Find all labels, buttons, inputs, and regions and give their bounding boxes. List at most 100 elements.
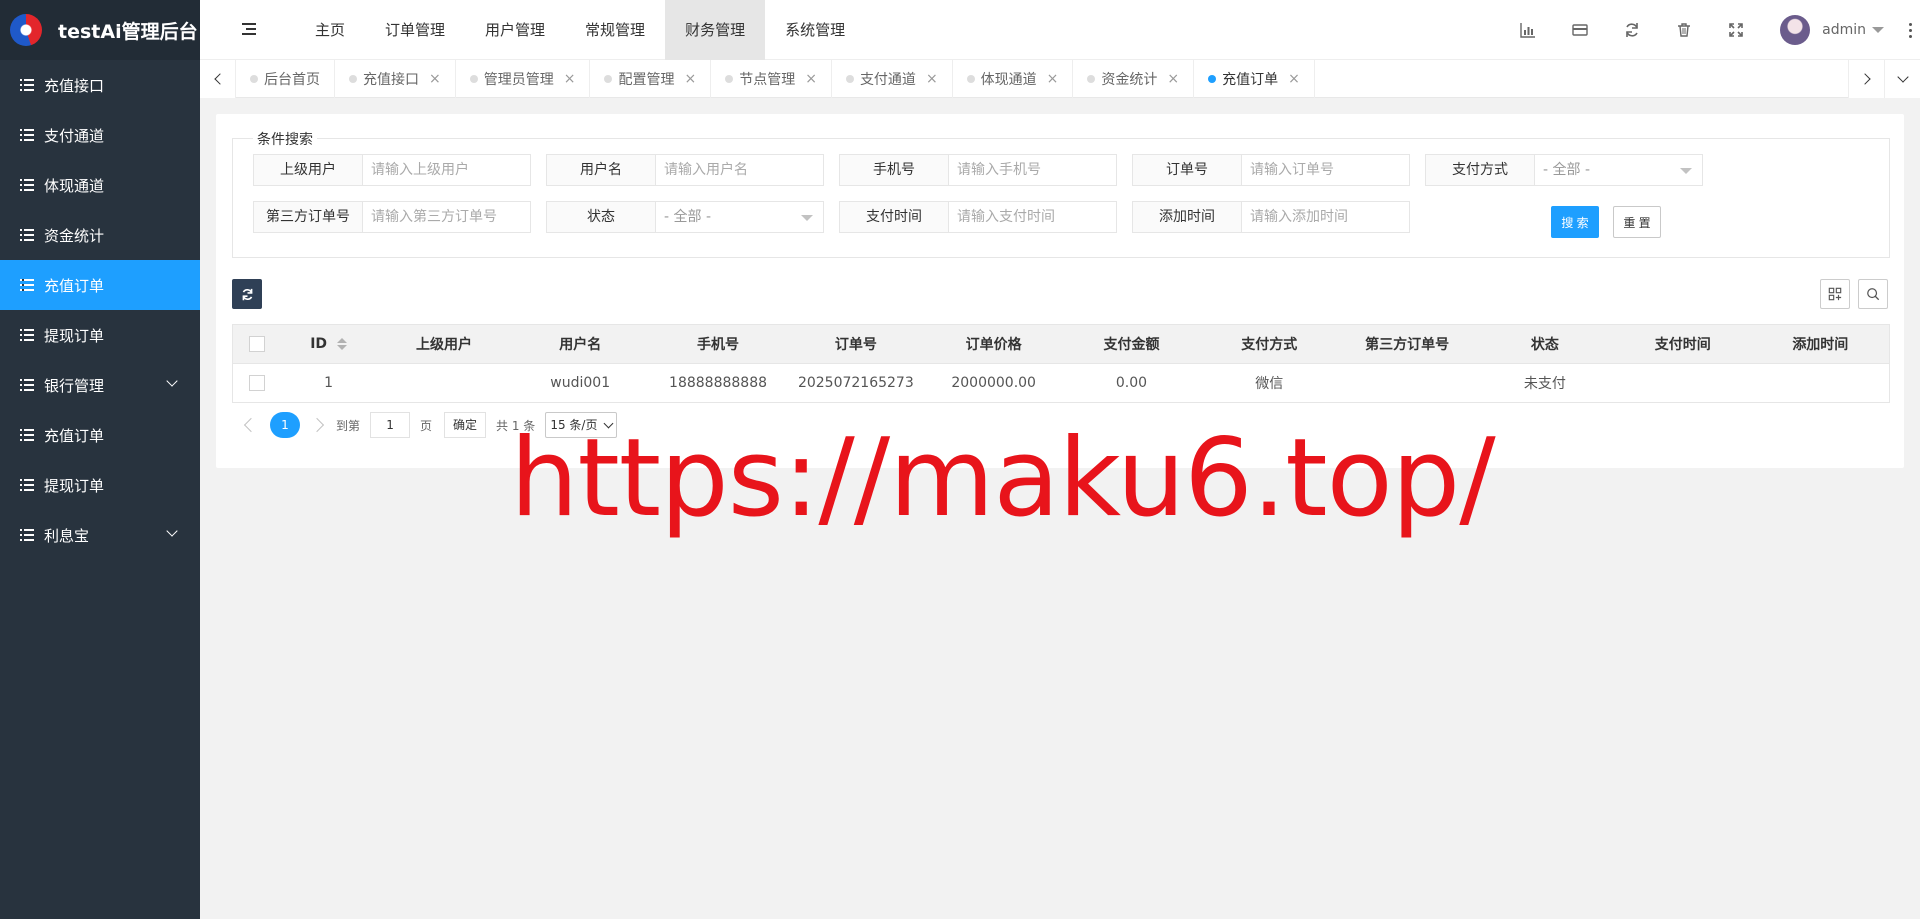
- page-tab[interactable]: 节点管理 ×: [711, 60, 832, 98]
- add-time-input[interactable]: [1250, 202, 1409, 232]
- page-tab[interactable]: 充值接口 ×: [335, 60, 456, 98]
- menu-toggle-icon[interactable]: [242, 23, 256, 35]
- sidebar-item[interactable]: 利息宝: [0, 510, 200, 560]
- top-nav-item[interactable]: 订单管理: [365, 0, 465, 60]
- parent-user-input[interactable]: [371, 155, 530, 185]
- refresh-icon[interactable]: [1606, 0, 1658, 60]
- close-icon[interactable]: ×: [429, 71, 441, 87]
- page-tab[interactable]: 充值订单 ×: [1194, 60, 1315, 98]
- add-time-field: 添加时间: [1132, 201, 1410, 233]
- fullscreen-icon[interactable]: [1710, 0, 1762, 60]
- sidebar-item[interactable]: 银行管理: [0, 360, 200, 410]
- pay-method-select[interactable]: - 全部 -: [1535, 154, 1703, 186]
- sidebar-item[interactable]: 充值订单: [0, 410, 200, 460]
- top-nav-item[interactable]: 用户管理: [465, 0, 565, 60]
- sidebar-item[interactable]: 提现订单: [0, 310, 200, 360]
- card-icon[interactable]: [1554, 0, 1606, 60]
- close-icon[interactable]: ×: [1167, 71, 1179, 87]
- sidebar-item[interactable]: 体现通道: [0, 160, 200, 210]
- avatar: [1780, 15, 1811, 45]
- page-tab[interactable]: 管理员管理 ×: [456, 60, 591, 98]
- close-icon[interactable]: ×: [684, 71, 696, 87]
- select-caret-icon: [801, 215, 813, 221]
- close-icon[interactable]: ×: [805, 71, 817, 87]
- third-order-input[interactable]: [371, 202, 530, 232]
- page-tab[interactable]: 体现通道 ×: [953, 60, 1074, 98]
- third-order-field: 第三方订单号: [253, 201, 531, 233]
- select-all-cell: [231, 324, 281, 364]
- close-icon[interactable]: ×: [1047, 71, 1059, 87]
- cell-username: wudi001: [511, 363, 650, 403]
- pay-time-field: 支付时间: [839, 201, 1117, 233]
- sidebar-item-label: 充值订单: [44, 426, 105, 445]
- top-nav-item[interactable]: 财务管理: [665, 0, 766, 60]
- select-all-checkbox[interactable]: [248, 336, 265, 352]
- orders-table: ID 上级用户 用户名 手机号 订单号 订单价格 支付金额 支付方式 第三方订单号 状态 支付时间 添…: [231, 324, 1890, 403]
- cell-order-no: 2025072165273: [786, 363, 925, 403]
- top-nav-item[interactable]: 主页: [295, 0, 365, 60]
- order-no-field: 订单号: [1132, 154, 1410, 186]
- sidebar-item[interactable]: 充值接口: [0, 60, 200, 110]
- sidebar-item[interactable]: 充值订单: [0, 260, 200, 310]
- search-panel: 条件搜索 上级用户 用户名 手机号 订单号 支付方式 - 全部 - 第三方订单号…: [232, 129, 1890, 258]
- logo[interactable]: testAi管理后台: [0, 0, 200, 60]
- list-icon: [20, 229, 34, 241]
- page-tab[interactable]: 配置管理 ×: [590, 60, 712, 98]
- user-menu[interactable]: admin: [1762, 0, 1900, 60]
- sort-icon[interactable]: [337, 338, 348, 350]
- top-nav-item[interactable]: 系统管理: [765, 0, 865, 60]
- pay-time-input[interactable]: [957, 202, 1116, 232]
- tabs-scroll-right-icon[interactable]: [1848, 60, 1884, 98]
- close-icon[interactable]: ×: [564, 71, 576, 87]
- page-tab[interactable]: 资金统计 ×: [1073, 60, 1195, 98]
- search-legend: 条件搜索: [253, 129, 317, 149]
- search-button[interactable]: 搜 索: [1551, 206, 1599, 238]
- close-icon[interactable]: ×: [1288, 71, 1300, 87]
- cell-order-price: 2000000.00: [924, 363, 1063, 403]
- prev-page-icon[interactable]: [243, 417, 259, 433]
- table-header-row: ID 上级用户 用户名 手机号 订单号 订单价格 支付金额 支付方式 第三方订单号 状态 支付时间 添…: [231, 324, 1890, 364]
- table-refresh-button[interactable]: [232, 279, 262, 309]
- username-label: 用户名: [546, 154, 656, 186]
- reset-button[interactable]: 重 置: [1613, 206, 1661, 238]
- sidebar-item[interactable]: 资金统计: [0, 210, 200, 260]
- tab-label: 体现通道: [980, 72, 1037, 88]
- table-search-toggle-button[interactable]: [1858, 279, 1888, 309]
- table-body: 1 wudi001 18888888888 2025072165273 2000000.…: [231, 363, 1890, 403]
- next-page-icon[interactable]: [309, 417, 325, 433]
- refresh-icon: [242, 288, 252, 300]
- tab-dot-icon: [1208, 75, 1217, 83]
- column-header: 上级用户: [376, 324, 512, 364]
- columns-filter-button[interactable]: [1820, 279, 1850, 309]
- status-select[interactable]: - 全部 -: [656, 201, 824, 233]
- sidebar-item[interactable]: 支付通道: [0, 110, 200, 160]
- grid-icon: [1828, 287, 1842, 301]
- pay-method-field: 支付方式 - 全部 -: [1425, 154, 1703, 186]
- goto-page-input[interactable]: 1: [370, 412, 411, 438]
- chart-icon[interactable]: [1502, 0, 1554, 60]
- page-tab[interactable]: 后台首页: [236, 60, 335, 98]
- page-tab[interactable]: 支付通道 ×: [832, 60, 953, 98]
- more-icon[interactable]: [1900, 0, 1920, 60]
- list-icon: [20, 429, 34, 441]
- close-icon[interactable]: ×: [926, 71, 938, 87]
- add-time-label: 添加时间: [1132, 201, 1242, 233]
- phone-input[interactable]: [957, 155, 1116, 185]
- column-header[interactable]: ID: [280, 324, 377, 364]
- username-input[interactable]: [664, 155, 823, 185]
- list-icon: [20, 529, 34, 541]
- goto-confirm-button[interactable]: 确定: [444, 412, 487, 438]
- table-row[interactable]: 1 wudi001 18888888888 2025072165273 2000000.…: [231, 363, 1890, 403]
- cell-phone: 18888888888: [649, 363, 787, 403]
- sidebar-item-label: 提现订单: [44, 476, 105, 495]
- trash-icon[interactable]: [1658, 0, 1710, 60]
- tabs-scroll-left-icon[interactable]: [200, 60, 236, 98]
- row-checkbox[interactable]: [248, 375, 265, 391]
- list-icon: [20, 329, 34, 341]
- current-page[interactable]: 1: [270, 412, 300, 438]
- tabs-menu-chevron-icon[interactable]: [1884, 60, 1920, 98]
- order-no-input[interactable]: [1250, 155, 1409, 185]
- top-nav-item[interactable]: 常规管理: [565, 0, 665, 60]
- sidebar-item[interactable]: 提现订单: [0, 460, 200, 510]
- column-header-label: ID: [310, 336, 328, 352]
